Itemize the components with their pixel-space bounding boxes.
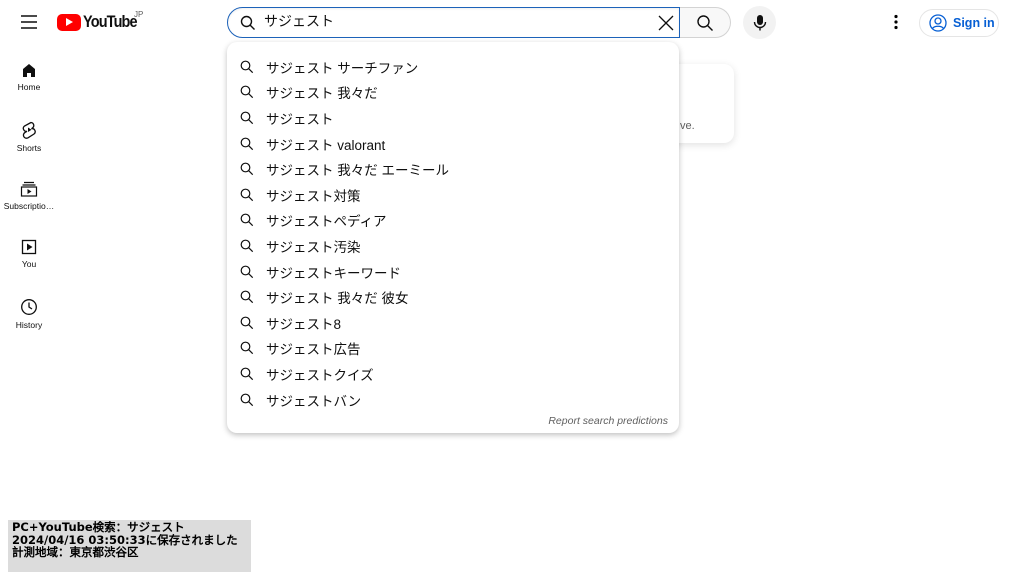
search-icon bbox=[240, 316, 254, 329]
search-icon bbox=[240, 137, 254, 150]
sidebar-item-home[interactable]: Home bbox=[0, 62, 58, 92]
suggestion-item[interactable]: サジェスト広告 bbox=[227, 336, 679, 362]
play-icon bbox=[57, 13, 81, 31]
suggestion-item[interactable]: サジェスト bbox=[227, 105, 679, 131]
search-icon bbox=[240, 111, 254, 125]
search-icon bbox=[240, 15, 255, 30]
search-icon bbox=[240, 367, 254, 381]
search-icon bbox=[240, 188, 254, 201]
suggestion-item[interactable]: サジェスト サーチファン bbox=[227, 54, 679, 80]
report-search-predictions-link[interactable]: Report search predictions bbox=[548, 415, 668, 427]
suggestion-item[interactable]: サジェスト 我々だ エーミール bbox=[227, 156, 679, 182]
suggestion-item[interactable]: サジェストキーワード bbox=[227, 259, 679, 285]
suggestion-text: サジェストクイズ bbox=[266, 367, 374, 383]
sidebar-item-subscriptions[interactable]: Subscriptio… bbox=[0, 181, 58, 211]
search-input[interactable] bbox=[264, 13, 634, 29]
more-options-icon[interactable] bbox=[890, 14, 902, 35]
search-icon bbox=[697, 14, 713, 31]
suggestion-text: サジェスト汚染 bbox=[266, 239, 361, 255]
suggestion-item[interactable]: サジェスト valorant bbox=[227, 131, 679, 157]
suggestion-item[interactable]: サジェストバン bbox=[227, 387, 679, 413]
suggestion-item[interactable]: サジェストクイズ bbox=[227, 361, 679, 387]
suggestion-text: サジェスト広告 bbox=[266, 342, 361, 358]
suggestion-text: サジェスト対策 bbox=[266, 188, 361, 204]
suggestion-text: サジェストバン bbox=[266, 393, 362, 409]
search-icon bbox=[240, 85, 254, 99]
suggestion-text: サジェスト8 bbox=[266, 316, 342, 332]
search-icon bbox=[240, 239, 254, 253]
search-suggestions-dropdown: サジェスト サーチファン サジェスト 我々だ サジェストサジェスト valorant… bbox=[227, 42, 679, 433]
home-icon bbox=[23, 64, 35, 77]
sidebar-item-shorts[interactable]: Shorts bbox=[0, 121, 58, 153]
account-icon bbox=[929, 14, 947, 32]
suggestion-text: サジェスト 我々だ bbox=[266, 86, 378, 102]
suggestion-text: サジェスト valorant bbox=[266, 137, 386, 153]
search-icon bbox=[240, 162, 254, 176]
microphone-icon bbox=[753, 14, 766, 30]
suggestion-item[interactable]: サジェスト対策 bbox=[227, 182, 679, 208]
sidebar-item-you[interactable]: You bbox=[0, 239, 58, 269]
suggestion-text: サジェストペディア bbox=[266, 214, 387, 230]
suggestion-item[interactable]: サジェストペディア bbox=[227, 208, 679, 234]
history-icon bbox=[21, 299, 37, 315]
suggestion-item[interactable]: サジェスト 我々だ 彼女 bbox=[227, 284, 679, 310]
suggestion-text: サジェスト サーチファン bbox=[266, 60, 419, 76]
search-button[interactable] bbox=[680, 7, 731, 38]
youtube-logo[interactable]: YouTube JP bbox=[57, 10, 146, 32]
search-icon bbox=[240, 213, 254, 227]
sign-in-button[interactable]: Sign in bbox=[919, 9, 999, 37]
subscriptions-icon bbox=[20, 181, 38, 197]
search-box[interactable] bbox=[227, 7, 680, 38]
search-icon bbox=[240, 60, 254, 73]
you-icon bbox=[21, 239, 37, 255]
search-icon bbox=[240, 341, 254, 355]
suggestion-text: サジェストキーワード bbox=[266, 265, 401, 281]
capture-note: PC+YouTube検索：サジェスト 2024/04/16 03:50:33に保… bbox=[8, 520, 251, 572]
sidebar-item-history[interactable]: History bbox=[0, 298, 58, 330]
suggestion-text: サジェスト bbox=[266, 111, 334, 127]
search-icon bbox=[240, 393, 254, 406]
suggestion-item[interactable]: サジェスト 我々だ bbox=[227, 80, 679, 106]
shorts-icon bbox=[22, 121, 36, 139]
suggestion-text: サジェスト 我々だ 彼女 bbox=[266, 291, 409, 307]
menu-icon[interactable] bbox=[18, 12, 40, 32]
search-icon bbox=[240, 265, 254, 278]
suggestion-item[interactable]: サジェスト8 bbox=[227, 310, 679, 336]
suggestion-item[interactable]: サジェスト汚染 bbox=[227, 233, 679, 259]
suggestion-text: サジェスト 我々だ エーミール bbox=[266, 163, 450, 179]
search-icon bbox=[240, 290, 254, 304]
voice-search-button[interactable] bbox=[743, 6, 776, 39]
clear-icon[interactable] bbox=[658, 15, 674, 31]
